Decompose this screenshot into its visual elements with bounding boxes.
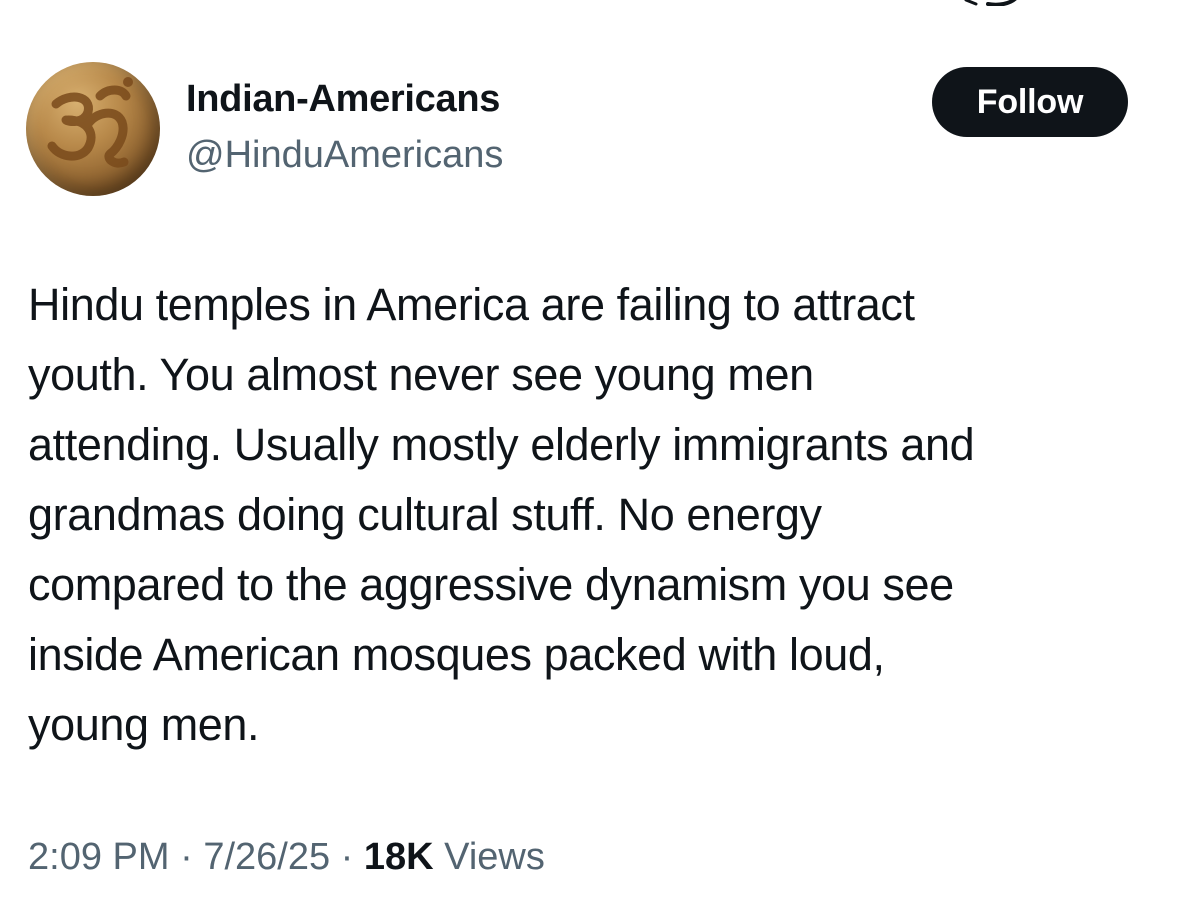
tweet-text-line: attending. Usually mostly elderly immigr…: [28, 419, 975, 470]
om-symbol-icon: [47, 77, 133, 168]
display-name[interactable]: Indian-Americans: [186, 78, 500, 121]
tweet-text-line: young men.: [28, 699, 260, 750]
follow-button[interactable]: Follow: [932, 67, 1128, 137]
tweet-date[interactable]: 7/26/25: [203, 836, 330, 878]
views-label: Views: [444, 836, 545, 878]
tweet-text-line: grandmas doing cultural stuff. No energy: [28, 489, 822, 540]
views-count[interactable]: 18K: [364, 836, 434, 878]
tweet-text-line: Hindu temples in America are failing to …: [28, 279, 915, 330]
tweet-text-line: compared to the aggressive dynamism you …: [28, 559, 954, 610]
tweet-text-line: inside American mosques packed with loud…: [28, 629, 885, 680]
meta-separator: ·: [340, 836, 354, 878]
tweet-time[interactable]: 2:09 PM: [28, 836, 170, 878]
avatar[interactable]: [26, 62, 160, 196]
tweet-text: Hindu temples in America are failing to …: [28, 270, 1168, 760]
tweet-meta: 2:09 PM · 7/26/25 · 18K Views: [28, 836, 545, 879]
tweet-text-line: youth. You almost never see young men: [28, 349, 814, 400]
meta-separator: ·: [180, 836, 193, 878]
cropped-top-icon: [964, 0, 1017, 6]
user-handle[interactable]: @HinduAmericans: [186, 134, 503, 177]
